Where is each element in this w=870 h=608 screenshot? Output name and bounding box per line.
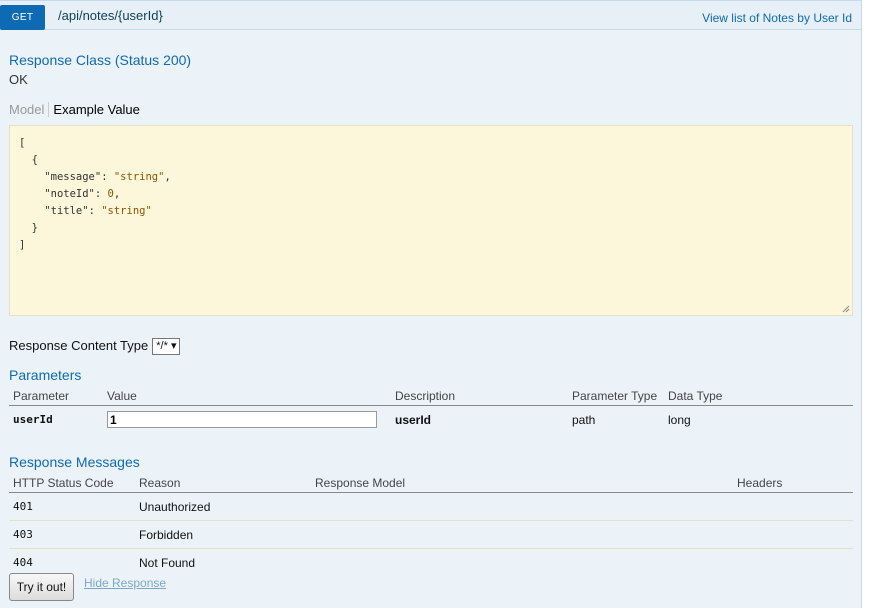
json-key: "noteId" xyxy=(44,188,95,200)
col-description: Description xyxy=(391,386,568,406)
response-headers xyxy=(733,549,853,577)
json-open-bracket: [ xyxy=(19,137,26,149)
json-value: "string" xyxy=(113,171,165,183)
resize-handle-icon[interactable] xyxy=(842,305,850,313)
param-type: path xyxy=(572,412,596,427)
json-open-brace: { xyxy=(31,154,38,166)
http-verb-badge[interactable]: GET xyxy=(0,5,45,30)
col-parameter: Parameter xyxy=(9,386,103,406)
table-row: 401 Unauthorized xyxy=(9,492,853,521)
operation-panel: GET /api/notes/{userId} View list of Not… xyxy=(0,0,862,608)
tab-model[interactable]: Model xyxy=(9,102,50,117)
col-status-code: HTTP Status Code xyxy=(9,473,135,493)
content-type-select[interactable]: */* ▾ xyxy=(152,338,181,355)
param-data-type: long xyxy=(668,412,691,427)
chevron-down-icon: ▾ xyxy=(170,340,177,352)
operation-header[interactable]: GET /api/notes/{userId} View list of Not… xyxy=(0,0,862,30)
json-close-bracket: ] xyxy=(19,239,26,251)
content-type-label: Response Content Type xyxy=(9,338,149,353)
response-class-heading: Response Class (Status 200) xyxy=(9,52,192,68)
example-value-snippet[interactable]: [ { "message": "string", "noteId": 0, "t… xyxy=(9,125,853,316)
col-response-model: Response Model xyxy=(311,473,733,493)
table-row: userId userId path long xyxy=(9,406,853,434)
tab-example-value[interactable]: Example Value xyxy=(49,102,139,117)
json-value: 0 xyxy=(107,188,114,200)
col-data-type: Data Type xyxy=(664,386,853,406)
content-type-value: */* xyxy=(156,340,168,352)
json-close-brace: } xyxy=(31,222,38,234)
endpoint-path[interactable]: /api/notes/{userId} xyxy=(58,8,163,23)
col-reason: Reason xyxy=(135,473,311,493)
response-headers xyxy=(733,520,853,549)
operation-summary-link[interactable]: View list of Notes by User Id xyxy=(702,11,852,25)
col-headers: Headers xyxy=(733,473,853,493)
status-code: 403 xyxy=(9,520,135,549)
table-row: 404 Not Found xyxy=(9,549,853,577)
response-content-type: Response Content Type */* ▾ xyxy=(9,338,181,355)
response-class-status: OK xyxy=(9,72,28,87)
table-row: 403 Forbidden xyxy=(9,520,853,549)
response-model xyxy=(311,492,733,521)
response-messages-heading: Response Messages xyxy=(9,454,140,470)
response-messages-table: HTTP Status Code Reason Response Model H… xyxy=(9,473,853,576)
hide-response-link[interactable]: Hide Response xyxy=(84,576,166,590)
status-reason: Unauthorized xyxy=(135,492,311,521)
parameters-table: Parameter Value Description Parameter Ty… xyxy=(9,386,853,433)
response-model xyxy=(311,549,733,577)
status-code: 401 xyxy=(9,492,135,521)
response-model xyxy=(311,520,733,549)
json-value: "string" xyxy=(101,205,152,217)
param-value-cell xyxy=(103,406,391,434)
status-reason: Not Found xyxy=(139,555,196,570)
col-parameter-type: Parameter Type xyxy=(568,386,664,406)
try-it-out-button[interactable]: Try it out! xyxy=(9,573,74,601)
status-code: 404 xyxy=(13,556,33,569)
param-description: userId xyxy=(395,412,432,427)
json-key: "message" xyxy=(44,171,102,183)
status-reason: Forbidden xyxy=(135,520,311,549)
param-name: userId xyxy=(13,413,53,426)
parameters-heading: Parameters xyxy=(9,367,82,383)
json-key: "title" xyxy=(44,205,89,217)
userid-input[interactable] xyxy=(107,411,377,428)
model-tabs: Model Example Value xyxy=(9,102,140,117)
response-headers xyxy=(733,492,853,521)
col-value: Value xyxy=(103,386,391,406)
